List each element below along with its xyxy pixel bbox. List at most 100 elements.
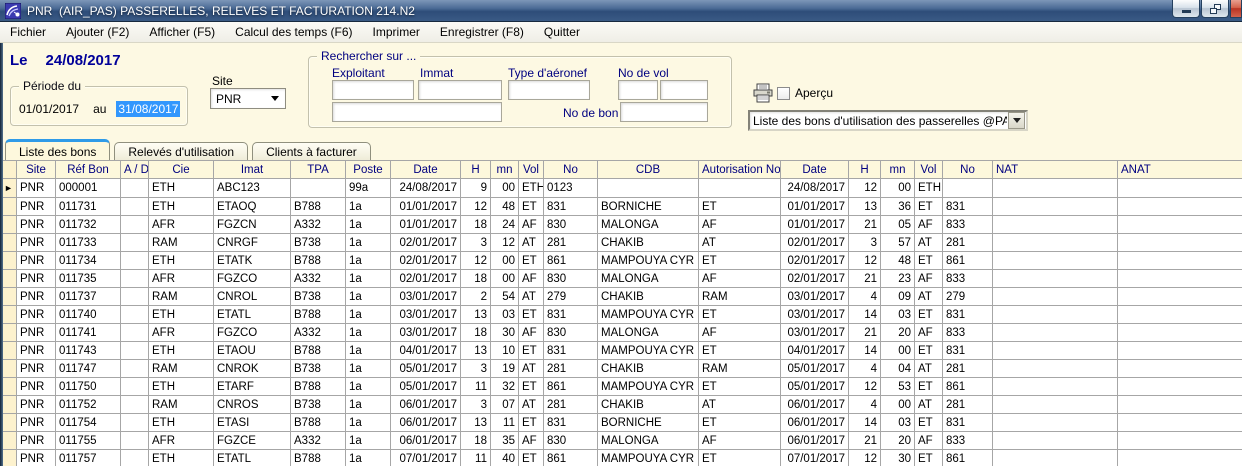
table-cell[interactable]: 01/01/2017 [781, 198, 849, 216]
table-cell[interactable]: 11 [461, 378, 491, 396]
table-cell[interactable]: 02/01/2017 [781, 270, 849, 288]
table-cell[interactable]: 35 [491, 432, 519, 450]
no-de-vol-input-1[interactable] [618, 80, 658, 100]
table-cell[interactable]: 06/01/2017 [781, 396, 849, 414]
table-cell[interactable] [1118, 396, 1242, 414]
table-cell[interactable]: FGZCO [214, 324, 291, 342]
table-cell[interactable] [1118, 360, 1242, 378]
table-cell[interactable] [1118, 179, 1242, 198]
table-cell[interactable]: 01/01/2017 [391, 216, 461, 234]
table-cell[interactable]: BORNICHE [598, 198, 699, 216]
table-cell[interactable]: CHAKIB [598, 234, 699, 252]
table-cell[interactable]: PNR [17, 432, 56, 450]
close-button[interactable] [1230, 0, 1242, 18]
table-cell[interactable]: ABC123 [214, 179, 291, 198]
table-cell[interactable] [993, 378, 1118, 396]
table-cell[interactable]: 831 [943, 198, 993, 216]
table-cell[interactable]: 2 [461, 288, 491, 306]
table-cell[interactable] [1118, 288, 1242, 306]
table-cell[interactable]: 0123 [544, 179, 598, 198]
table-cell[interactable]: B738 [291, 396, 346, 414]
table-cell[interactable]: 3 [461, 396, 491, 414]
table-cell[interactable] [121, 432, 149, 450]
table-cell[interactable]: 1a [346, 198, 391, 216]
table-cell[interactable]: AT [915, 288, 943, 306]
table-cell[interactable]: 12 [461, 198, 491, 216]
table-cell[interactable]: AF [915, 216, 943, 234]
table-cell[interactable]: 05/01/2017 [781, 378, 849, 396]
table-cell[interactable]: 13 [461, 306, 491, 324]
column-header-vol-17[interactable]: Vol [915, 161, 943, 179]
no-de-vol-input-2[interactable] [660, 80, 708, 100]
table-cell[interactable]: ETASI [214, 414, 291, 432]
table-cell[interactable]: 011750 [56, 378, 121, 396]
table-cell[interactable]: CHAKIB [598, 360, 699, 378]
exploitant-input-2[interactable] [332, 102, 502, 122]
table-cell[interactable]: 00 [491, 270, 519, 288]
table-cell[interactable]: 53 [881, 378, 915, 396]
table-cell[interactable]: 03/01/2017 [391, 288, 461, 306]
table-cell[interactable]: 011754 [56, 414, 121, 432]
tab-clients-a-facturer[interactable]: Clients à facturer [252, 142, 371, 160]
table-cell[interactable]: CNROK [214, 360, 291, 378]
table-cell[interactable]: 833 [943, 432, 993, 450]
table-cell[interactable]: 831 [544, 414, 598, 432]
table-cell[interactable]: ET [915, 306, 943, 324]
table-cell[interactable]: ET [915, 414, 943, 432]
table-cell[interactable]: 13 [461, 342, 491, 360]
table-cell[interactable]: ET [519, 450, 544, 466]
column-header-mn-16[interactable]: mn [881, 161, 915, 179]
menu-item-fichier[interactable]: Fichier [2, 22, 54, 42]
table-cell[interactable]: 30 [881, 450, 915, 466]
table-cell[interactable]: 14 [849, 306, 881, 324]
table-cell[interactable]: ETH [149, 378, 214, 396]
table-cell[interactable]: 32 [491, 378, 519, 396]
table-cell[interactable]: 06/01/2017 [391, 414, 461, 432]
column-header-autorisation-no-13[interactable]: Autorisation No [699, 161, 781, 179]
table-cell[interactable]: ETH [519, 179, 544, 198]
table-cell[interactable]: 03/01/2017 [781, 306, 849, 324]
table-cell[interactable]: 831 [943, 414, 993, 432]
column-header-r-f-bon-1[interactable]: Réf Bon [56, 161, 121, 179]
table-cell[interactable] [993, 414, 1118, 432]
table-cell[interactable] [121, 234, 149, 252]
table-cell[interactable] [1118, 342, 1242, 360]
column-header-cie-3[interactable]: Cie [149, 161, 214, 179]
table-cell[interactable]: ET [519, 342, 544, 360]
table-cell[interactable]: 24/08/2017 [391, 179, 461, 198]
table-cell[interactable]: 861 [943, 450, 993, 466]
column-header-tpa-5[interactable]: TPA [291, 161, 346, 179]
column-header-anat-20[interactable]: ANAT [1118, 161, 1242, 179]
table-cell[interactable]: 19 [491, 360, 519, 378]
table-cell[interactable] [121, 360, 149, 378]
table-cell[interactable]: ETH [915, 179, 943, 198]
table-cell[interactable]: 1a [346, 396, 391, 414]
table-cell[interactable]: CHAKIB [598, 396, 699, 414]
table-cell[interactable]: 831 [943, 342, 993, 360]
menu-item-ajouter[interactable]: Ajouter (F2) [58, 22, 137, 42]
table-cell[interactable]: AF [519, 270, 544, 288]
table-cell[interactable]: A332 [291, 270, 346, 288]
table-cell[interactable]: 011737 [56, 288, 121, 306]
table-cell[interactable]: PNR [17, 288, 56, 306]
table-cell[interactable] [993, 179, 1118, 198]
table-cell[interactable]: AF [915, 270, 943, 288]
table-cell[interactable]: ET [915, 378, 943, 396]
table-cell[interactable]: 04/01/2017 [781, 342, 849, 360]
table-cell[interactable]: 02/01/2017 [781, 234, 849, 252]
table-cell[interactable]: 1a [346, 360, 391, 378]
table-cell[interactable]: PNR [17, 198, 56, 216]
table-cell[interactable]: B788 [291, 450, 346, 466]
table-cell[interactable]: 03 [881, 306, 915, 324]
table-cell[interactable]: MAMPOUYA CYR [598, 252, 699, 270]
table-cell[interactable]: 011732 [56, 216, 121, 234]
table-cell[interactable]: 06/01/2017 [391, 396, 461, 414]
table-cell[interactable]: 14 [849, 414, 881, 432]
table-cell[interactable]: PNR [17, 414, 56, 432]
table-cell[interactable]: 861 [943, 378, 993, 396]
table-cell[interactable]: 1a [346, 432, 391, 450]
table-cell[interactable]: MALONGA [598, 324, 699, 342]
table-cell[interactable]: 011733 [56, 234, 121, 252]
table-cell[interactable]: 011741 [56, 324, 121, 342]
table-cell[interactable]: AFR [149, 270, 214, 288]
